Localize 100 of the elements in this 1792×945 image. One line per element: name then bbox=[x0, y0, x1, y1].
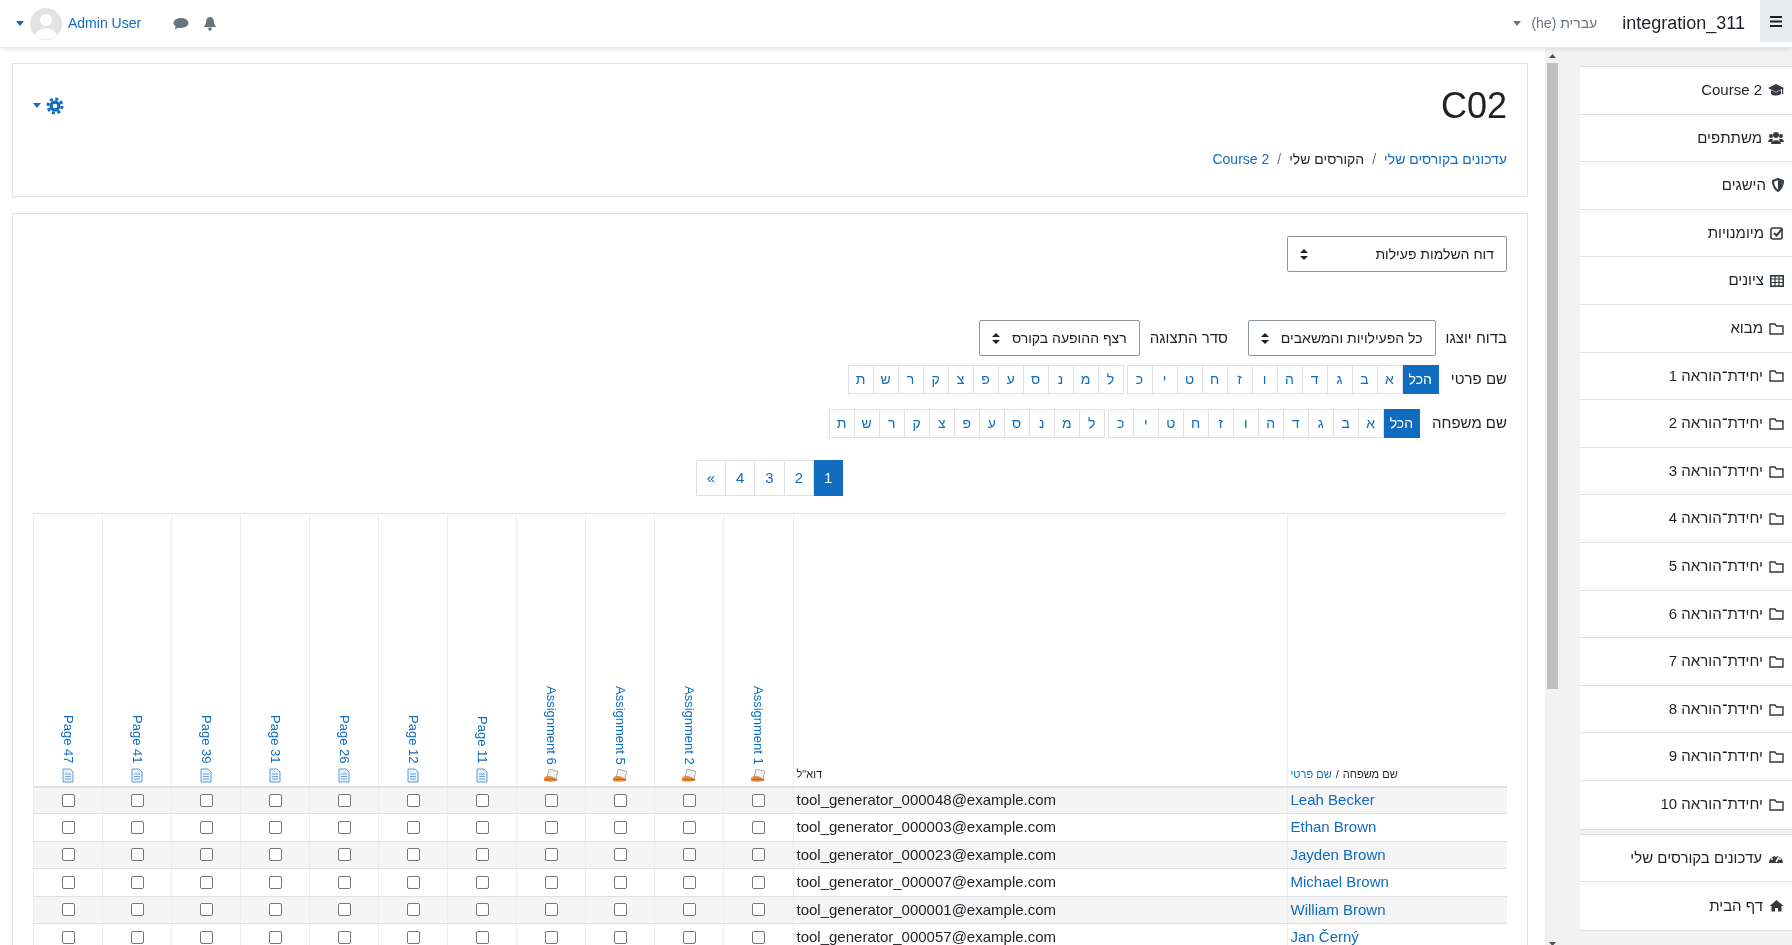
settings-menu[interactable] bbox=[33, 95, 65, 116]
completion-checkbox[interactable] bbox=[406, 848, 420, 862]
initial-button[interactable]: ל bbox=[1097, 365, 1124, 394]
completion-checkbox[interactable] bbox=[475, 821, 489, 835]
initial-button[interactable]: ת bbox=[828, 409, 855, 438]
initial-button[interactable]: ו bbox=[1232, 409, 1259, 438]
initial-button[interactable]: הכל bbox=[1401, 365, 1439, 394]
completion-checkbox[interactable] bbox=[337, 875, 351, 889]
completion-checkbox[interactable] bbox=[752, 903, 765, 917]
completion-checkbox[interactable] bbox=[61, 848, 75, 862]
completion-checkbox[interactable] bbox=[268, 848, 282, 862]
sidebar-item[interactable]: יחידת־הוראה 8 bbox=[1580, 685, 1792, 734]
page-button[interactable]: 2 bbox=[783, 460, 814, 496]
completion-checkbox[interactable] bbox=[613, 848, 627, 862]
activity-link[interactable]: Page 47 bbox=[58, 715, 78, 764]
completion-checkbox[interactable] bbox=[268, 875, 282, 889]
completion-checkbox[interactable] bbox=[752, 848, 765, 862]
initial-button[interactable]: ג bbox=[1326, 365, 1353, 394]
activity-link[interactable]: Page 26 bbox=[334, 715, 355, 764]
initial-button[interactable]: י bbox=[1151, 365, 1178, 394]
student-name-link[interactable]: Ethan Brown bbox=[1290, 818, 1377, 836]
user-menu[interactable]: Admin User bbox=[16, 7, 142, 40]
sidebar-item[interactable]: יחידת־הוראה 5 bbox=[1580, 542, 1792, 591]
completion-checkbox[interactable] bbox=[613, 903, 627, 917]
initial-button[interactable]: א bbox=[1376, 365, 1403, 394]
completion-checkbox[interactable] bbox=[544, 821, 558, 835]
completion-checkbox[interactable] bbox=[475, 793, 489, 807]
completion-checkbox[interactable] bbox=[130, 848, 144, 862]
initial-button[interactable]: ר bbox=[897, 365, 924, 394]
student-name-link[interactable]: Michael Brown bbox=[1290, 873, 1389, 891]
initial-button[interactable]: ק bbox=[922, 365, 949, 394]
sidebar-item[interactable]: הישגים bbox=[1580, 162, 1792, 210]
sidebar-item[interactable]: יחידת־הוראה 4 bbox=[1580, 495, 1792, 543]
completion-checkbox[interactable] bbox=[613, 821, 627, 835]
completion-checkbox[interactable] bbox=[337, 903, 351, 917]
completion-checkbox[interactable] bbox=[682, 930, 696, 944]
initial-button[interactable]: פ bbox=[953, 409, 980, 438]
initial-button[interactable]: ד bbox=[1301, 365, 1328, 394]
completion-checkbox[interactable] bbox=[406, 930, 420, 944]
initial-button[interactable]: ט bbox=[1157, 409, 1184, 438]
completion-checkbox[interactable] bbox=[337, 793, 351, 807]
initial-button[interactable]: ע bbox=[978, 409, 1005, 438]
initial-button[interactable]: ס bbox=[1003, 409, 1030, 438]
initial-button[interactable]: ג bbox=[1307, 409, 1334, 438]
completion-checkbox[interactable] bbox=[268, 930, 282, 944]
page-button[interactable]: 1 bbox=[813, 460, 844, 496]
initial-button[interactable]: כ bbox=[1107, 409, 1134, 438]
completion-checkbox[interactable] bbox=[544, 848, 558, 862]
completion-checkbox[interactable] bbox=[406, 875, 420, 889]
page-button[interactable]: 3 bbox=[754, 460, 785, 496]
completion-checkbox[interactable] bbox=[682, 821, 696, 835]
initial-button[interactable]: א bbox=[1357, 409, 1384, 438]
completion-checkbox[interactable] bbox=[752, 821, 765, 835]
activity-link[interactable]: Page 39 bbox=[196, 715, 216, 764]
initial-button[interactable]: צ bbox=[947, 365, 974, 394]
completion-checkbox[interactable] bbox=[337, 930, 351, 944]
page-button[interactable]: » bbox=[695, 460, 726, 496]
chat-icon[interactable] bbox=[173, 17, 190, 30]
breadcrumb-link[interactable]: עדכונים בקורסים שלי bbox=[1384, 149, 1507, 170]
activity-link[interactable]: Page 11 bbox=[472, 716, 493, 764]
initial-button[interactable]: ז bbox=[1226, 365, 1253, 394]
initial-button[interactable]: ו bbox=[1251, 365, 1278, 394]
page-button[interactable]: 4 bbox=[725, 460, 756, 496]
initial-button[interactable]: ס bbox=[1022, 365, 1049, 394]
completion-checkbox[interactable] bbox=[61, 793, 75, 807]
initial-button[interactable]: מ bbox=[1053, 409, 1080, 438]
completion-checkbox[interactable] bbox=[682, 793, 696, 807]
sidebar-item[interactable]: משתתפים bbox=[1580, 114, 1792, 163]
activity-link[interactable]: Page 12 bbox=[403, 715, 424, 764]
breadcrumb-link[interactable]: Course 2 bbox=[1212, 149, 1270, 170]
completion-checkbox[interactable] bbox=[475, 848, 489, 862]
completion-checkbox[interactable] bbox=[268, 903, 282, 917]
completion-checkbox[interactable] bbox=[613, 793, 627, 807]
initial-button[interactable]: ח bbox=[1182, 409, 1209, 438]
initial-button[interactable]: ב bbox=[1351, 365, 1378, 394]
sidebar-item[interactable]: מיומנויות bbox=[1580, 209, 1792, 258]
initial-button[interactable]: ק bbox=[903, 409, 930, 438]
activity-link[interactable]: Assignment 5 bbox=[610, 685, 631, 765]
initial-button[interactable]: ש bbox=[853, 409, 880, 438]
completion-checkbox[interactable] bbox=[544, 875, 558, 889]
completion-checkbox[interactable] bbox=[406, 903, 420, 917]
completion-checkbox[interactable] bbox=[475, 875, 489, 889]
filter-select[interactable]: רצף ההופעה בקורס bbox=[978, 320, 1140, 356]
initial-button[interactable]: ב bbox=[1332, 409, 1359, 438]
completion-checkbox[interactable] bbox=[475, 930, 489, 944]
activity-link[interactable]: Assignment 6 bbox=[541, 685, 562, 765]
completion-checkbox[interactable] bbox=[199, 821, 213, 835]
sidebar-item[interactable]: דף הבית bbox=[1580, 882, 1792, 930]
report-select[interactable]: דוח השלמות פעילות bbox=[1287, 236, 1507, 272]
completion-checkbox[interactable] bbox=[130, 793, 144, 807]
sidebar-item[interactable]: עדכונים בקורסים שלי bbox=[1580, 834, 1792, 883]
completion-checkbox[interactable] bbox=[406, 821, 420, 835]
initial-button[interactable]: כ bbox=[1126, 365, 1153, 394]
completion-checkbox[interactable] bbox=[130, 903, 144, 917]
completion-checkbox[interactable] bbox=[544, 903, 558, 917]
sidebar-item[interactable]: יחידת־הוראה 3 bbox=[1580, 447, 1792, 496]
completion-checkbox[interactable] bbox=[199, 848, 213, 862]
initial-button[interactable]: ת bbox=[847, 365, 874, 394]
completion-checkbox[interactable] bbox=[337, 821, 351, 835]
completion-checkbox[interactable] bbox=[337, 848, 351, 862]
